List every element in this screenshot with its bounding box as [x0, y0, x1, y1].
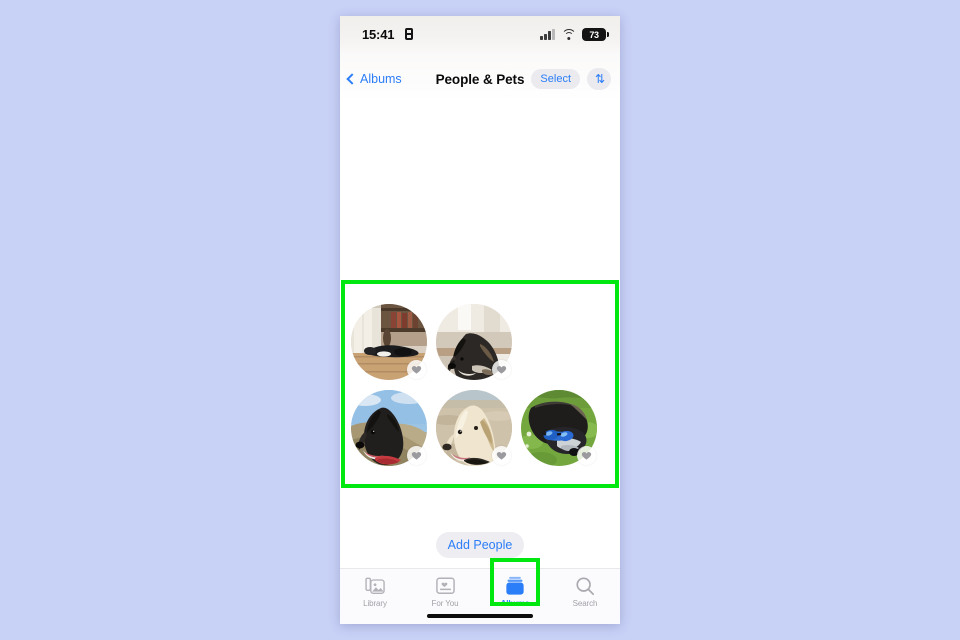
pet-item[interactable] — [521, 390, 597, 466]
battery-icon: 73 — [582, 28, 609, 41]
favorite-badge — [492, 446, 511, 465]
heart-icon — [581, 452, 592, 460]
pet-item[interactable] — [436, 390, 512, 466]
favorite-badge — [407, 360, 426, 379]
add-people-button[interactable]: Add People — [435, 532, 525, 558]
tab-search-label: Search — [572, 599, 598, 608]
status-time: 15:41 — [362, 27, 395, 42]
for-you-card-icon — [434, 576, 456, 596]
pet-item[interactable] — [351, 390, 427, 466]
favorite-badge — [407, 446, 426, 465]
home-indicator — [427, 614, 533, 618]
pet-grid — [347, 298, 613, 472]
navigation-bar: Albums People & Pets Select ⇅ — [340, 56, 620, 102]
status-bar: 15:41 73 — [340, 16, 620, 56]
select-button[interactable]: Select — [531, 69, 580, 89]
pet-item-empty — [521, 304, 597, 380]
favorite-badge — [577, 446, 596, 465]
sort-button[interactable]: ⇅ — [587, 68, 611, 90]
cellular-signal-icon — [540, 29, 555, 40]
pet-item[interactable] — [436, 304, 512, 380]
tab-albums[interactable]: Albums — [480, 576, 550, 608]
tab-for-you-label: For You — [431, 599, 459, 608]
tab-library-label: Library — [363, 599, 387, 608]
tab-albums-label: Albums — [500, 599, 530, 608]
pet-item[interactable] — [351, 304, 427, 380]
add-people-row: Add People — [340, 522, 620, 568]
tab-search[interactable]: Search — [550, 576, 620, 608]
magnifier-icon — [574, 576, 596, 596]
tab-for-you[interactable]: For You — [410, 576, 480, 608]
sort-arrows-icon: ⇅ — [594, 72, 605, 86]
content-area: Add People — [340, 102, 620, 558]
heart-icon — [496, 452, 507, 460]
photo-stack-icon — [364, 576, 386, 596]
favorite-badge — [492, 360, 511, 379]
wifi-icon — [561, 29, 576, 40]
battery-level: 73 — [589, 29, 599, 40]
tab-library[interactable]: Library — [340, 576, 410, 608]
heart-icon — [496, 366, 507, 374]
albums-stack-icon — [504, 576, 526, 596]
status-indicators: 73 — [540, 28, 609, 41]
heart-icon — [411, 452, 422, 460]
recording-indicator-icon — [405, 28, 413, 40]
phone-screen: 15:41 73 Albums People & Pets Select ⇅ A… — [340, 16, 620, 624]
nav-actions: Select ⇅ — [531, 68, 611, 90]
heart-icon — [411, 366, 422, 374]
